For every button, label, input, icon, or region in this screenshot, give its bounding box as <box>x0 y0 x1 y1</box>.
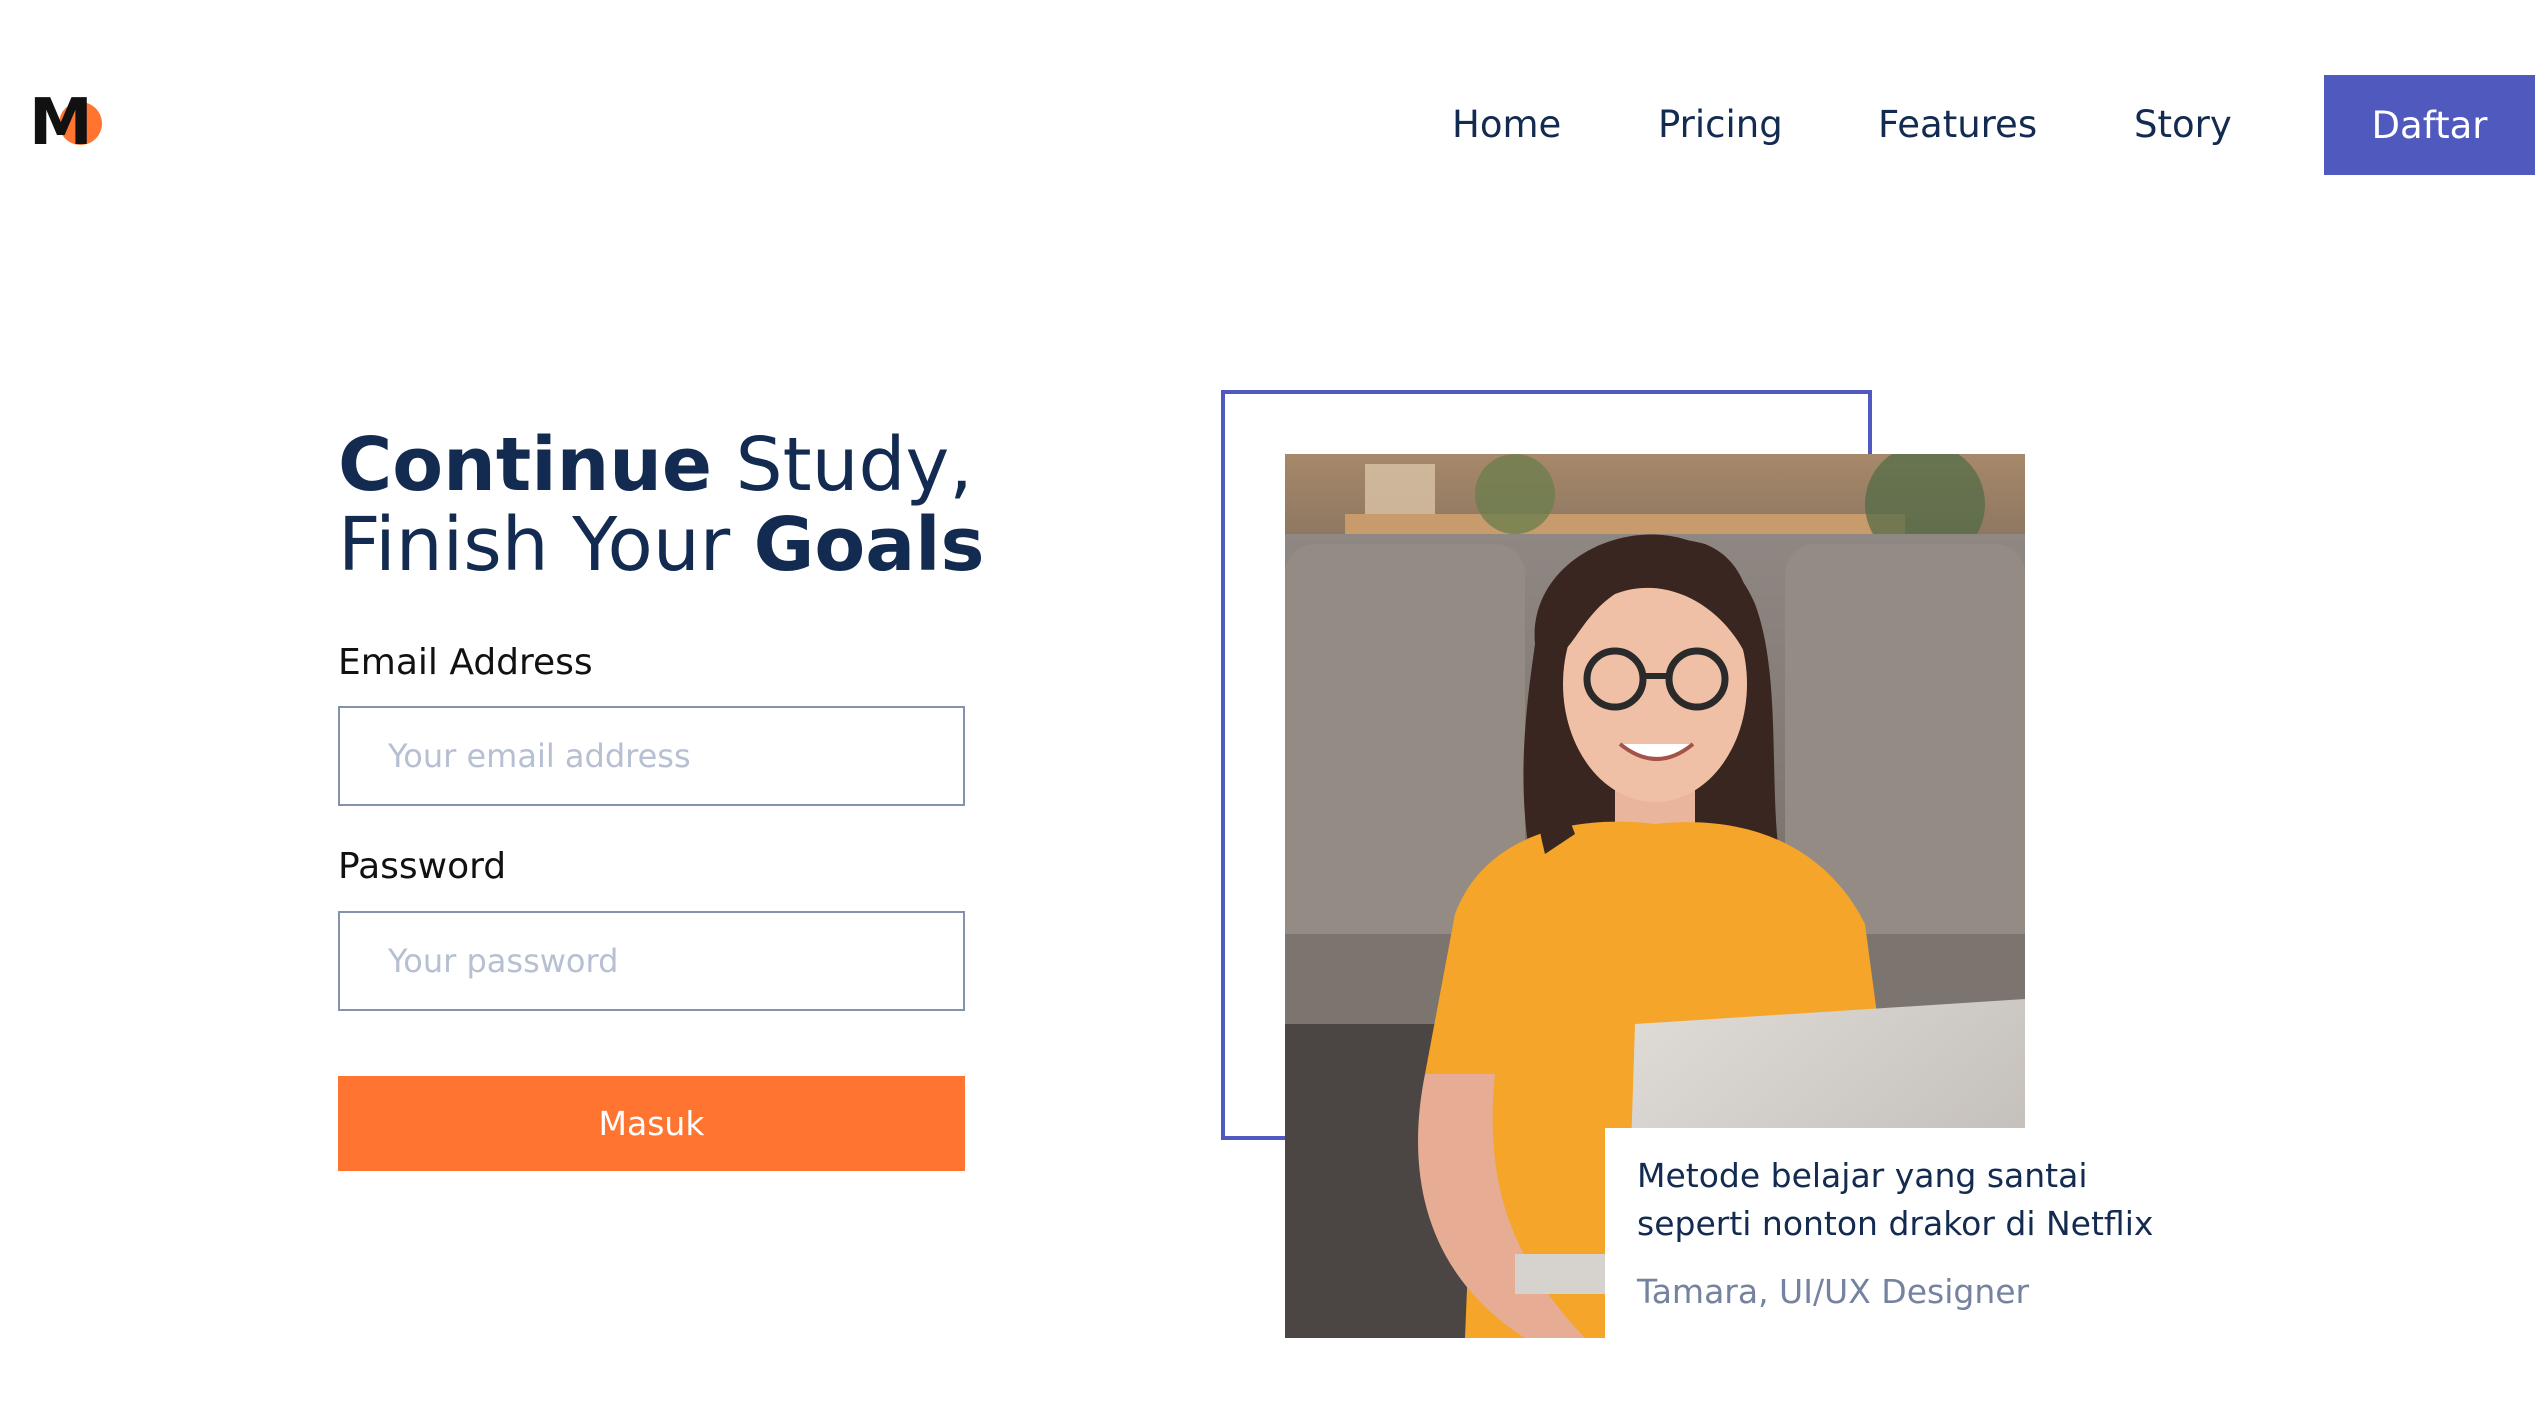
email-input[interactable] <box>338 706 965 806</box>
email-label: Email Address <box>338 642 593 683</box>
title-goals: Goals <box>753 502 985 588</box>
testimonial-card: Metode belajar yang santai seperti nonto… <box>1605 1128 2165 1338</box>
nav-home-link[interactable]: Home <box>1452 100 1561 150</box>
nav-story-link[interactable]: Story <box>2134 100 2232 150</box>
nav-pricing-link[interactable]: Pricing <box>1658 100 1783 150</box>
nav-features-link[interactable]: Features <box>1878 100 2037 150</box>
testimonial-quote: Metode belajar yang santai seperti nonto… <box>1637 1156 2154 1243</box>
main-nav: Home Pricing Features Story <box>0 100 2548 150</box>
title-finish-your: Finish Your <box>338 502 754 588</box>
page-title: Continue Study, Finish Your Goals <box>338 425 985 585</box>
title-study: Study, <box>712 422 973 508</box>
testimonial-author: Tamara, UI/UX Designer <box>1637 1272 2030 1311</box>
masuk-button[interactable]: Masuk <box>338 1076 965 1171</box>
password-label: Password <box>338 846 507 887</box>
password-input[interactable] <box>338 911 965 1011</box>
title-continue: Continue <box>338 422 713 508</box>
daftar-button[interactable]: Daftar <box>2324 75 2535 175</box>
